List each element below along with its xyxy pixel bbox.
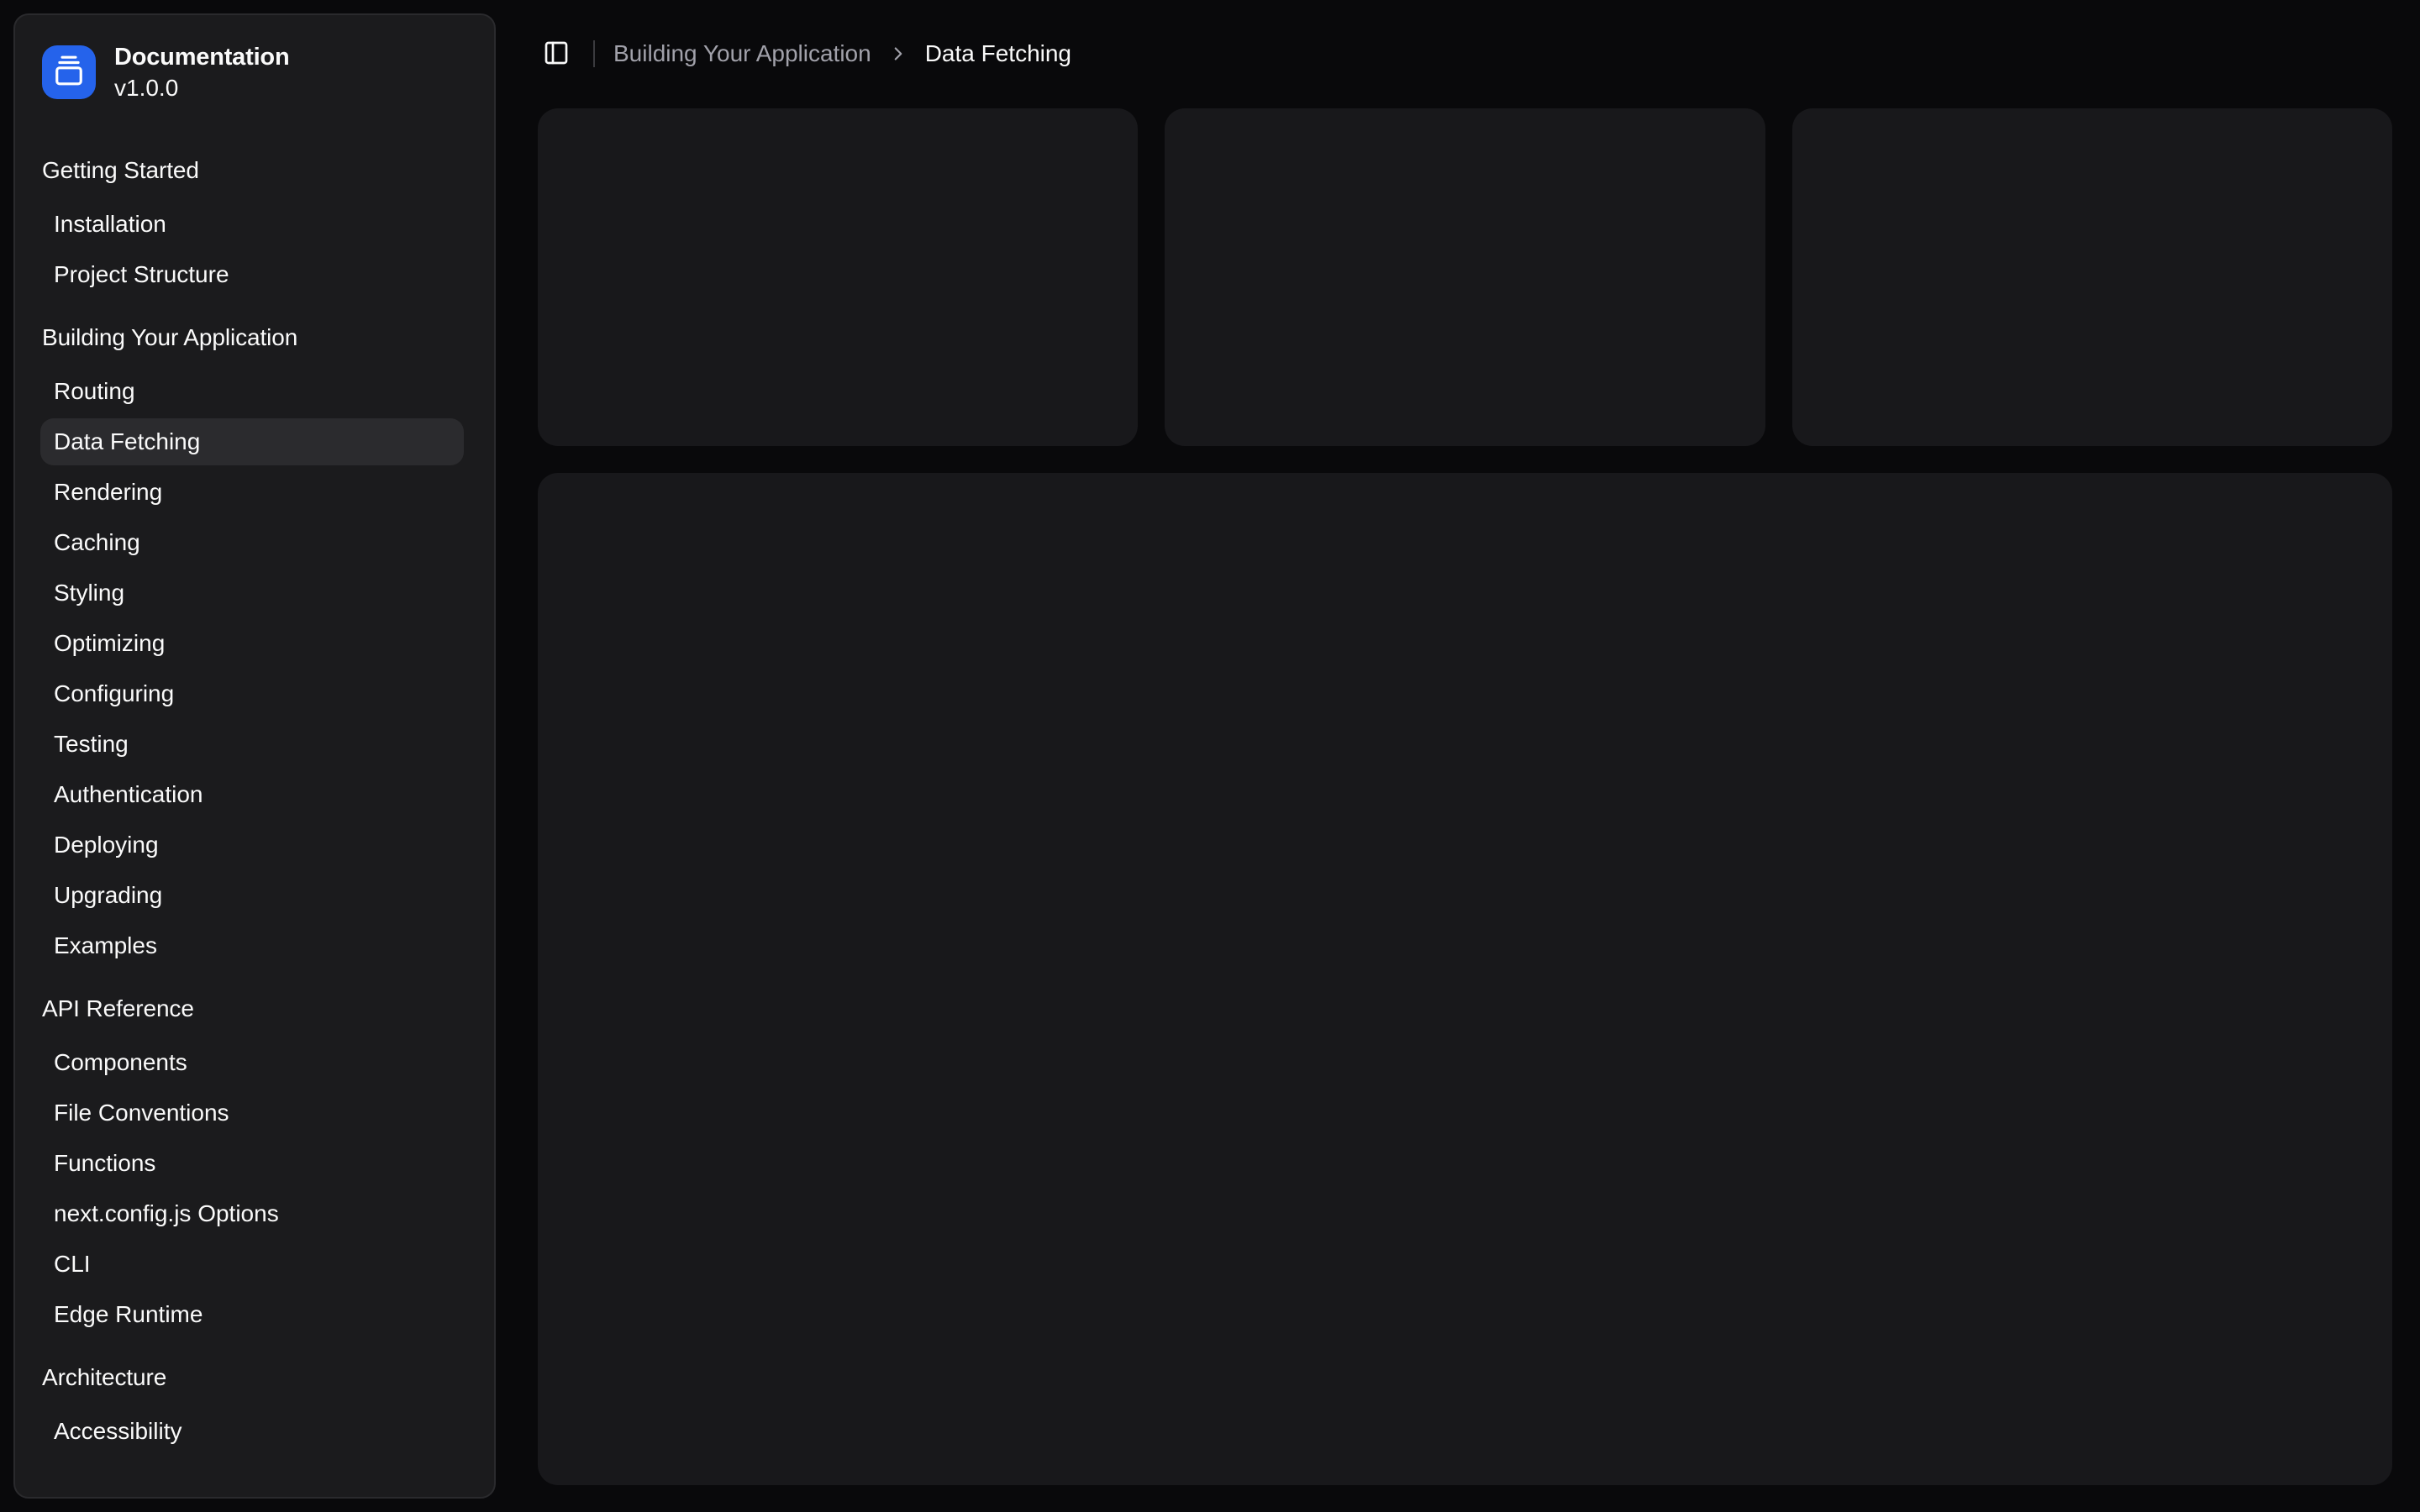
app-version: v1.0.0 [114,73,289,102]
sidebar-group-api-reference: API ReferenceComponentsFile ConventionsF… [29,982,481,1338]
sidebar-item-file-conventions[interactable]: File Conventions [40,1089,464,1137]
header-separator [593,40,595,67]
sidebar-toggle-button[interactable] [531,29,581,79]
sidebar-item-optimizing[interactable]: Optimizing [40,620,464,667]
sidebar-item-routing[interactable]: Routing [40,368,464,415]
breadcrumb-current-page: Data Fetching [925,40,1071,67]
sidebar-item-functions[interactable]: Functions [40,1140,464,1187]
sidebar-item-next-config-js-options[interactable]: next.config.js Options [40,1190,464,1237]
placeholder-cards-row [538,108,2392,446]
sidebar-item-project-structure[interactable]: Project Structure [40,251,464,298]
breadcrumb: Building Your Application Data Fetching [613,40,1071,67]
sidebar-item-accessibility[interactable]: Accessibility [40,1408,464,1455]
app-identity: Documentation v1.0.0 [114,42,289,102]
sidebar-item-examples[interactable]: Examples [40,922,464,969]
app-logo [42,45,96,99]
sidebar-item-caching[interactable]: Caching [40,519,464,566]
sidebar-item-components[interactable]: Components [40,1039,464,1086]
panel-left-icon [543,39,570,69]
sidebar-item-data-fetching[interactable]: Data Fetching [40,418,464,465]
sidebar-item-installation[interactable]: Installation [40,201,464,248]
app-title: Documentation [114,42,289,73]
page-content [509,108,2420,1512]
sidebar-item-deploying[interactable]: Deploying [40,822,464,869]
placeholder-card [1792,108,2392,446]
sidebar-header[interactable]: Documentation v1.0.0 [29,29,481,116]
sidebar-group-label-getting-started[interactable]: Getting Started [29,144,481,197]
sidebar-group-label-architecture[interactable]: Architecture [29,1351,481,1404]
sidebar-item-cli[interactable]: CLI [40,1241,464,1288]
sidebar-item-styling[interactable]: Styling [40,570,464,617]
main-header: Building Your Application Data Fetching [509,0,2420,108]
placeholder-card [1165,108,1765,446]
chevron-right-icon [887,43,909,65]
sidebar-item-authentication[interactable]: Authentication [40,771,464,818]
sidebar-group-architecture: ArchitectureAccessibility [29,1351,481,1455]
gallery-vertical-end-icon [53,55,85,91]
breadcrumb-parent-link[interactable]: Building Your Application [613,40,871,67]
placeholder-card [538,108,1138,446]
sidebar-item-testing[interactable]: Testing [40,721,464,768]
sidebar-group-label-api-reference[interactable]: API Reference [29,982,481,1036]
sidebar-group-label-building-your-application[interactable]: Building Your Application [29,311,481,365]
sidebar: Documentation v1.0.0 Getting StartedInst… [13,13,496,1499]
sidebar-item-rendering[interactable]: Rendering [40,469,464,516]
sidebar-group-building-your-application: Building Your ApplicationRoutingData Fet… [29,311,481,969]
sidebar-item-upgrading[interactable]: Upgrading [40,872,464,919]
large-content-placeholder [538,473,2392,1485]
sidebar-item-configuring[interactable]: Configuring [40,670,464,717]
sidebar-item-edge-runtime[interactable]: Edge Runtime [40,1291,464,1338]
main-area: Building Your Application Data Fetching [509,0,2420,1512]
sidebar-nav: Getting StartedInstallationProject Struc… [15,116,494,1455]
sidebar-group-getting-started: Getting StartedInstallationProject Struc… [29,144,481,298]
